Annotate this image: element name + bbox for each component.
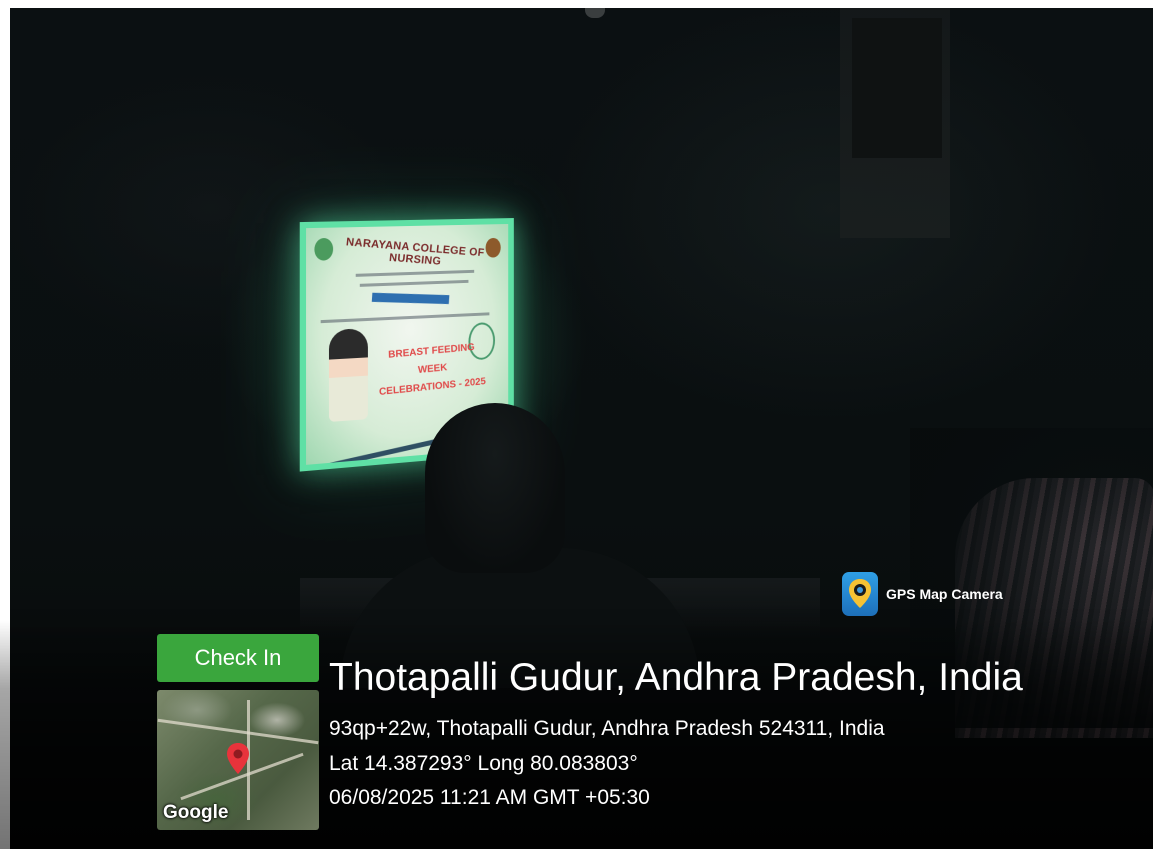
college-logo bbox=[314, 238, 333, 261]
map-pin-camera-icon bbox=[842, 572, 878, 616]
audience-head bbox=[425, 403, 565, 573]
place-title: Thotapalli Gudur, Andhra Pradesh, India bbox=[329, 656, 1023, 700]
slide-college-name: NARAYANA COLLEGE OF NURSING bbox=[334, 235, 494, 271]
slide-headline-line1: BREAST FEEDING WEEK bbox=[388, 342, 475, 376]
map-pin-icon bbox=[225, 742, 251, 781]
slide-department-band bbox=[372, 293, 450, 304]
slide-mother-illustration bbox=[329, 328, 368, 422]
timestamp-line: 06/08/2025 11:21 AM GMT +05:30 bbox=[329, 786, 650, 810]
slide-text-line bbox=[321, 312, 490, 323]
address-line: 93qp+22w, Thotapalli Gudur, Andhra Prade… bbox=[329, 717, 885, 741]
gps-app-badge: GPS Map Camera bbox=[842, 572, 1003, 616]
wall-frame bbox=[852, 18, 942, 158]
gps-app-label: GPS Map Camera bbox=[886, 586, 1003, 602]
google-logo: Google bbox=[163, 802, 228, 824]
check-in-button[interactable]: Check In bbox=[157, 634, 319, 682]
map-road bbox=[158, 719, 319, 745]
slide-text-line bbox=[360, 280, 469, 287]
slide-headline-line2: CELEBRATIONS - 2025 bbox=[379, 376, 486, 398]
coordinates-line: Lat 14.387293° Long 80.083803° bbox=[329, 752, 638, 776]
map-thumbnail[interactable]: Google bbox=[157, 690, 319, 830]
slide-headline: BREAST FEEDING WEEK CELEBRATIONS - 2025 bbox=[373, 338, 490, 403]
slide-text-line bbox=[356, 270, 474, 277]
